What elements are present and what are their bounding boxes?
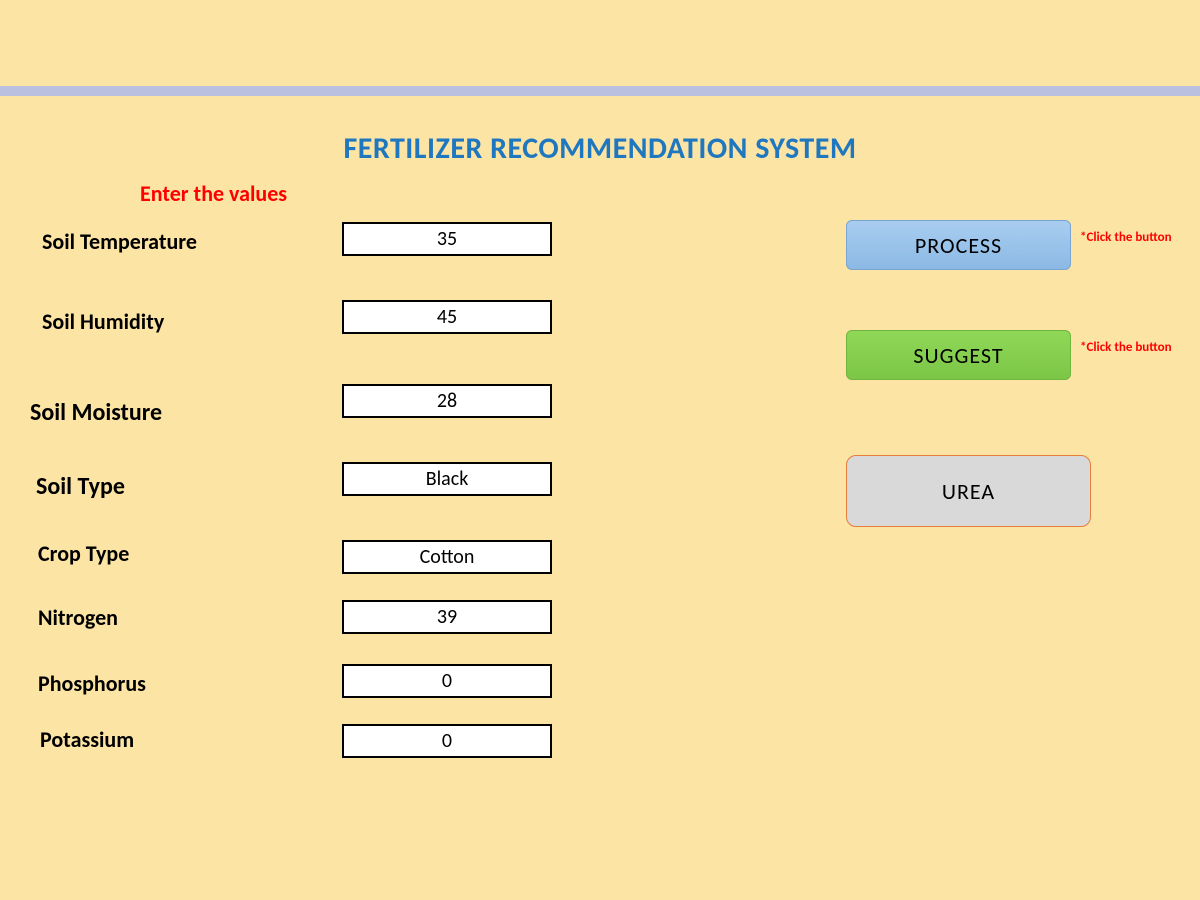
header-divider <box>0 86 1200 96</box>
phosphorus-input[interactable] <box>342 664 552 698</box>
soil-type-input[interactable] <box>342 462 552 496</box>
potassium-label: Potassium <box>40 726 134 753</box>
nitrogen-input[interactable] <box>342 600 552 634</box>
soil-moisture-input[interactable] <box>342 384 552 418</box>
page-title: FERTILIZER RECOMMENDATION SYSTEM <box>0 130 1200 167</box>
nitrogen-label: Nitrogen <box>38 604 118 631</box>
page-subtitle: Enter the values <box>140 180 287 207</box>
suggest-button[interactable]: SUGGEST <box>846 330 1071 380</box>
process-button[interactable]: PROCESS <box>846 220 1071 270</box>
crop-type-label: Crop Type <box>38 540 129 567</box>
phosphorus-label: Phosphorus <box>38 670 146 697</box>
potassium-input[interactable] <box>342 724 552 758</box>
soil-moisture-label: Soil Moisture <box>30 398 162 427</box>
result-output: UREA <box>846 455 1091 527</box>
process-hint: *Click the button <box>1080 230 1172 245</box>
soil-humidity-input[interactable] <box>342 300 552 334</box>
soil-type-label: Soil Type <box>36 472 125 501</box>
crop-type-input[interactable] <box>342 540 552 574</box>
soil-humidity-label: Soil Humidity <box>42 308 164 335</box>
suggest-hint: *Click the button <box>1080 340 1172 355</box>
soil-temperature-input[interactable] <box>342 222 552 256</box>
soil-temperature-label: Soil Temperature <box>42 228 197 255</box>
